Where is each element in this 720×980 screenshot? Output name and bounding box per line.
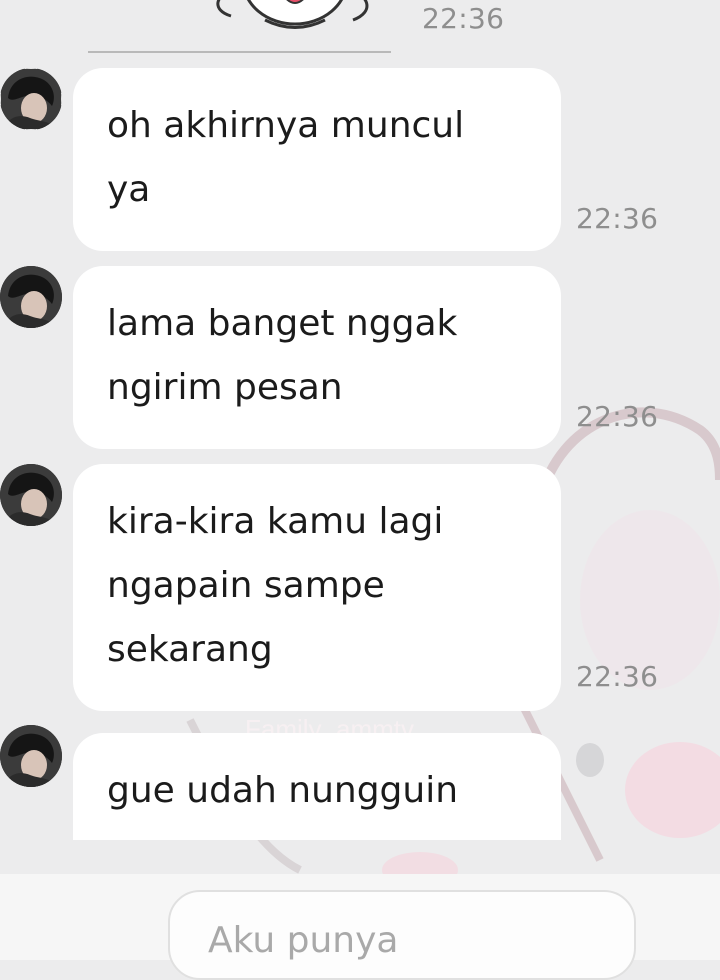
message-input[interactable]: Aku punya <box>168 890 636 980</box>
contact-avatar-icon[interactable] <box>0 68 62 130</box>
message-timestamp: 22:36 <box>422 2 505 35</box>
sticker-divider <box>88 51 391 53</box>
message-timestamp: 22:36 <box>576 400 659 433</box>
sticker-message[interactable]: 22:36 <box>0 0 720 56</box>
message-text: lama banget nggak ngirim pesan <box>107 303 458 408</box>
contact-avatar-icon[interactable] <box>0 464 62 526</box>
contact-avatar-icon[interactable] <box>0 266 62 328</box>
message-text: oh akhirnya muncul ya <box>107 105 465 210</box>
message-timestamp: 22:36 <box>576 660 659 693</box>
chat-thread[interactable]: 22:36 oh akhirnya muncul ya 22:36 lama b… <box>0 0 720 840</box>
message-text: kira-kira kamu lagi ngapain sampe sekara… <box>107 501 444 670</box>
message-bubble[interactable]: oh akhirnya muncul ya <box>73 68 561 251</box>
contact-avatar-icon[interactable] <box>0 725 62 787</box>
message-bubble[interactable]: kira-kira kamu lagi ngapain sampe sekara… <box>73 464 561 711</box>
message-timestamp: 22:36 <box>576 202 659 235</box>
cartoon-bunny-sticker-icon <box>216 0 369 29</box>
message-composer: Aku punya <box>0 874 720 980</box>
message-bubble[interactable]: lama banget nggak ngirim pesan <box>73 266 561 449</box>
message-text: gue udah nungguin <box>107 770 459 811</box>
message-bubble[interactable]: gue udah nungguin <box>73 733 561 840</box>
